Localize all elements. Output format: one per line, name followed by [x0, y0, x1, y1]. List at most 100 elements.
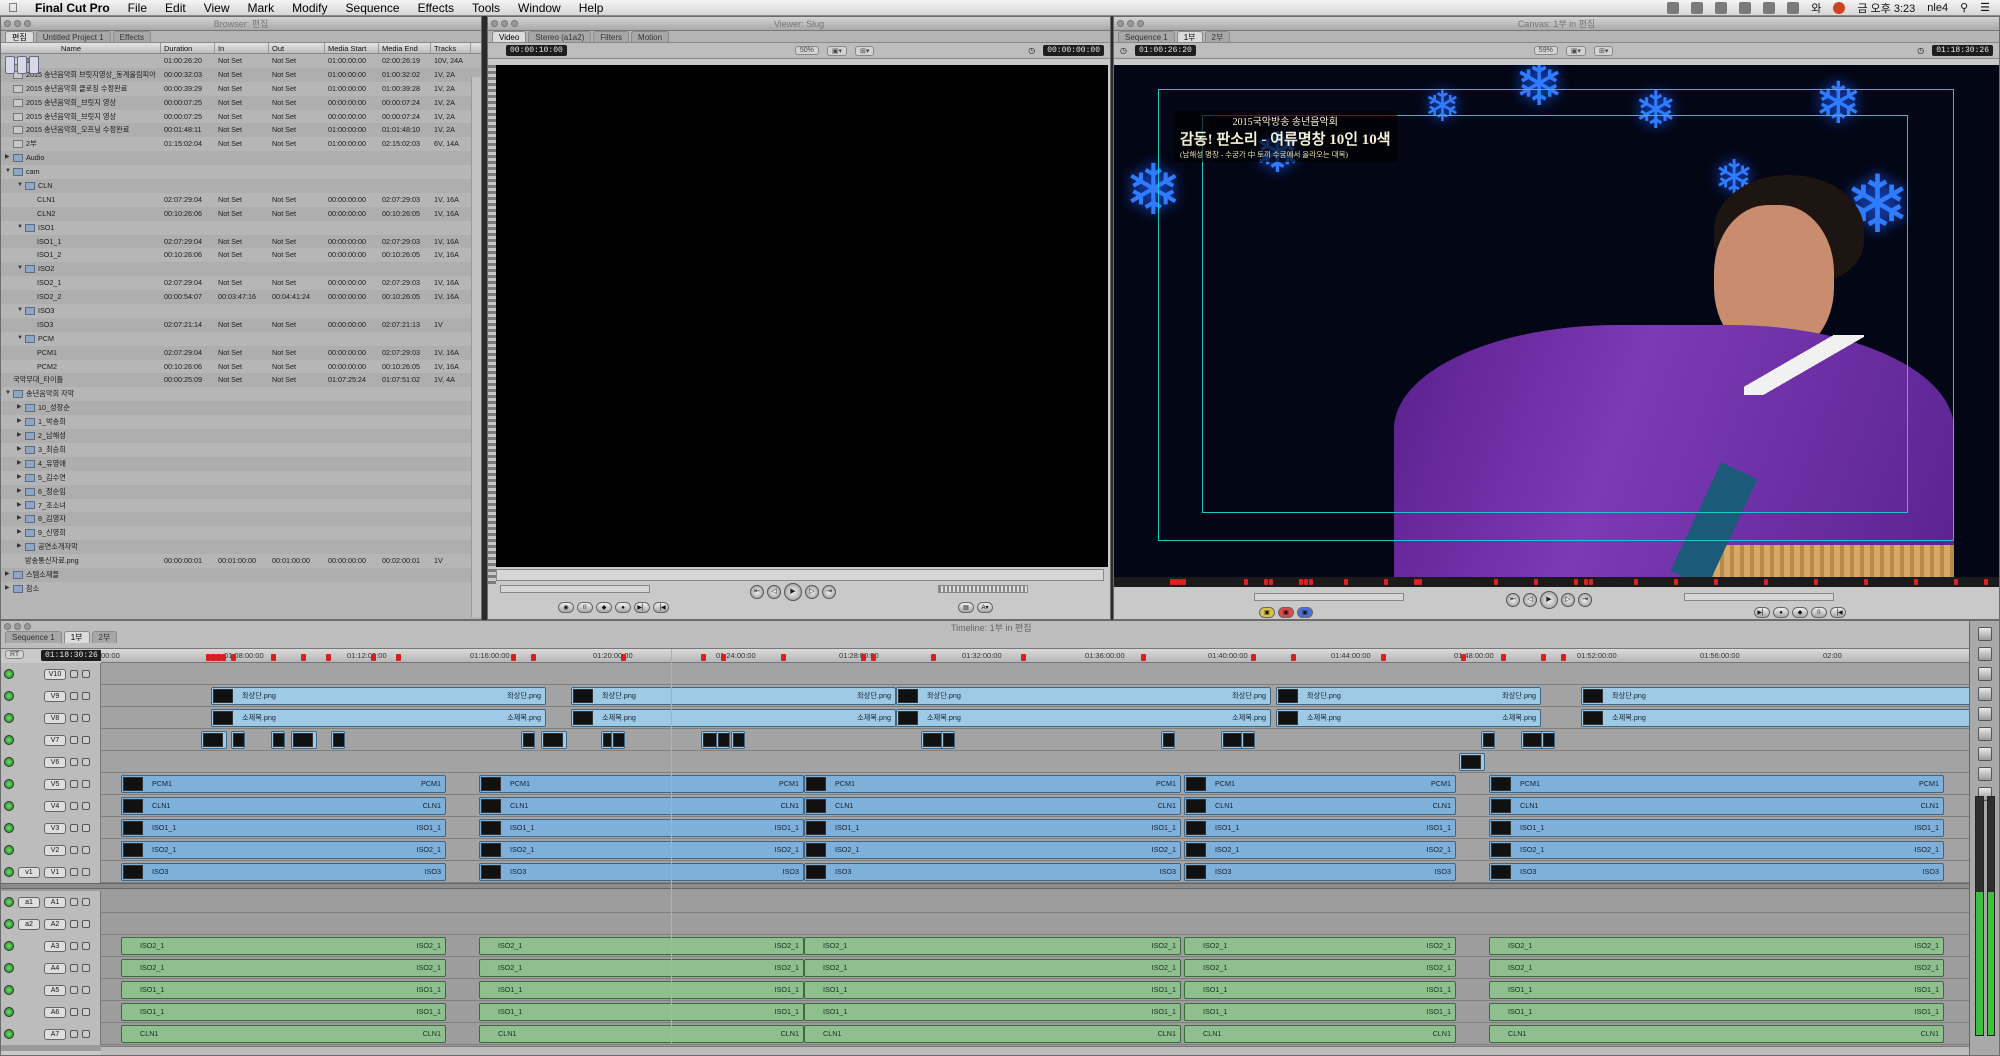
notification-icon[interactable]: ☰ — [1980, 1, 1990, 14]
viewer-titlebar[interactable]: Viewer: Slug — [488, 17, 1110, 31]
timeline-clip[interactable]: 좌상단.png좌상단.png — [1276, 687, 1541, 705]
ruler-marker-icon[interactable] — [326, 654, 331, 661]
lock-icon[interactable] — [70, 920, 78, 928]
browser-row[interactable]: ▶ 1_박송희 — [1, 415, 481, 429]
track-name[interactable]: A3 — [44, 940, 66, 952]
timeline-clip[interactable] — [611, 731, 625, 749]
track-name[interactable]: A1 — [44, 896, 66, 908]
timeline-clip[interactable]: ISO3 ISO3 — [804, 863, 1181, 881]
marker-icon[interactable] — [1182, 579, 1186, 585]
tab-filters[interactable]: Filters — [593, 31, 630, 42]
timeline-clip[interactable] — [271, 731, 285, 749]
track-visibility-icon[interactable] — [4, 963, 14, 973]
viewer-video[interactable] — [496, 65, 1108, 567]
track-name[interactable]: A7 — [44, 1028, 66, 1040]
timeline-clip[interactable]: ISO3 ISO3 — [1489, 863, 1944, 881]
viewer-view-popup[interactable]: ▣▾ — [826, 45, 847, 56]
timeline-clip[interactable]: ISO2_1 ISO2_1 — [1489, 841, 1944, 859]
disclosure-triangle-icon[interactable]: ▼ — [17, 262, 25, 276]
browser-row[interactable]: ISO1_1 02:07:29:04 Not Set Not Set 00:00:00:… — [1, 56, 481, 249]
marker-icon[interactable] — [1714, 579, 1718, 585]
lock-icon[interactable] — [70, 824, 78, 832]
rt-popup[interactable]: RT — [5, 650, 25, 659]
col-out[interactable]: Out — [269, 43, 325, 53]
track-name[interactable]: A2 — [44, 918, 66, 930]
marker-icon[interactable] — [1574, 579, 1578, 585]
tab-part-2[interactable]: 2부 — [1204, 31, 1231, 42]
marker-icon[interactable] — [1418, 579, 1422, 585]
timeline-clip[interactable]: ISO1_1 ISO1_1 — [479, 981, 804, 999]
timeline-clip[interactable]: ISO2_1 ISO2_1 — [1184, 937, 1456, 955]
menu-help[interactable]: Help — [570, 1, 613, 15]
marker-icon[interactable] — [1304, 579, 1308, 585]
tab-project[interactable]: 편집 — [5, 31, 34, 42]
mark-in-icon[interactable]: ▶▏ — [634, 602, 650, 613]
track-name[interactable]: V9 — [44, 690, 66, 702]
lock-icon[interactable] — [70, 986, 78, 994]
mark-clip-icon[interactable]: ⌷ — [1811, 607, 1827, 618]
track-name[interactable]: V6 — [44, 756, 66, 768]
ruler-marker-icon[interactable] — [271, 654, 276, 661]
timeline-clip[interactable]: ISO2_1 ISO2_1 — [479, 937, 804, 955]
lock-icon[interactable] — [70, 846, 78, 854]
marker-icon[interactable] — [1764, 579, 1768, 585]
ruler-marker-icon[interactable] — [231, 654, 236, 661]
ruler-marker-icon[interactable] — [721, 654, 726, 661]
ruler-marker-icon[interactable] — [396, 654, 401, 661]
match-frame-icon[interactable]: ◉ — [558, 602, 574, 613]
disclosure-triangle-icon[interactable]: ▼ — [5, 165, 13, 179]
col-in[interactable]: In — [215, 43, 269, 53]
ruler-marker-icon[interactable] — [621, 654, 626, 661]
browser-row[interactable]: ISO3 02:07:21:14 Not Set Not Set 00:00:00:00… — [1, 56, 481, 332]
timeline-clip[interactable]: CLN1 CLN1 — [1184, 1025, 1456, 1043]
disclosure-triangle-icon[interactable]: ▶ — [17, 499, 25, 513]
mark-out-icon[interactable]: ▕◀ — [653, 602, 669, 613]
browser-row[interactable]: 방송통신자료.png 00:00:00:01 00:01:00:00 00:01:00… — [1, 56, 481, 568]
browser-row[interactable]: ISO1_2 00:10:26:06 Not Set Not Set 00:00:00:… — [1, 56, 481, 262]
track-name[interactable]: V7 — [44, 734, 66, 746]
timeline-clip[interactable] — [521, 731, 535, 749]
timeline-clip[interactable] — [291, 731, 317, 749]
timeline-clip[interactable]: ISO2_1 ISO2_1 — [479, 841, 804, 859]
menu-sequence[interactable]: Sequence — [337, 1, 409, 15]
destination-control[interactable]: a2 — [18, 918, 40, 930]
timeline-current-timecode[interactable]: 01:18:30:26 — [41, 650, 102, 661]
auto-select-icon[interactable] — [82, 824, 90, 832]
track-visibility-icon[interactable] — [4, 845, 14, 855]
browser-row[interactable]: CLN1 02:07:29:04 Not Set Not Set 00:00:00:00… — [1, 56, 481, 207]
browser-row[interactable]: ▶ 4_유영애 — [1, 456, 481, 471]
viewer-jog[interactable] — [500, 585, 650, 593]
browser-row[interactable]: ▶ 6_정순임 — [1, 484, 481, 499]
auto-select-icon[interactable] — [82, 846, 90, 854]
marker-icon[interactable] — [1534, 579, 1538, 585]
disclosure-triangle-icon[interactable]: ▼ — [5, 387, 13, 401]
mark-in-icon[interactable]: ▶▏ — [1754, 607, 1770, 618]
track-name[interactable]: V1 — [44, 866, 66, 878]
disclosure-triangle-icon[interactable]: ▶ — [17, 415, 25, 429]
add-marker-icon[interactable]: ● — [615, 602, 631, 613]
disclosure-triangle-icon[interactable]: ▼ — [17, 332, 25, 346]
marker-icon[interactable] — [1984, 579, 1988, 585]
auto-select-icon[interactable] — [82, 964, 90, 972]
lock-icon[interactable] — [70, 692, 78, 700]
browser-row[interactable]: ▶ 5_김수연 — [1, 471, 481, 485]
track-name[interactable]: A5 — [44, 984, 66, 996]
disclosure-triangle-icon[interactable]: ▶ — [5, 582, 13, 596]
marker-icon[interactable] — [1309, 579, 1313, 585]
razor-tool-icon[interactable] — [1977, 727, 1992, 741]
lock-icon[interactable] — [70, 868, 78, 876]
canvas-zoom-popup[interactable]: 59% — [1533, 46, 1558, 55]
timeline-clip[interactable] — [201, 731, 227, 749]
track-visibility-icon[interactable] — [4, 757, 14, 767]
marker-icon[interactable] — [1264, 579, 1268, 585]
track-visibility-icon[interactable] — [4, 919, 14, 929]
timeline-clip[interactable]: ISO2_1 ISO2_1 — [121, 841, 446, 859]
timeline-clip[interactable]: ISO2_1 ISO2_1 — [804, 841, 1181, 859]
insert-icon[interactable]: ▣ — [1259, 607, 1275, 618]
prev-edit-icon[interactable]: ⇤ — [1506, 593, 1520, 607]
canvas-marker-strip[interactable] — [1114, 577, 1999, 587]
canvas-video[interactable]: ❄ ❄ ❄ ❄ ❄ ❄ ❄ ❄ 2015국악방송 송년음악회 감동! 판소리 -… — [1114, 65, 1999, 577]
timeline-clip[interactable]: 좌상단.png좌상단.png — [1581, 687, 1999, 705]
minimize-icon[interactable] — [14, 623, 21, 630]
timeline-clip[interactable]: CLN1 CLN1 — [1489, 797, 1944, 815]
